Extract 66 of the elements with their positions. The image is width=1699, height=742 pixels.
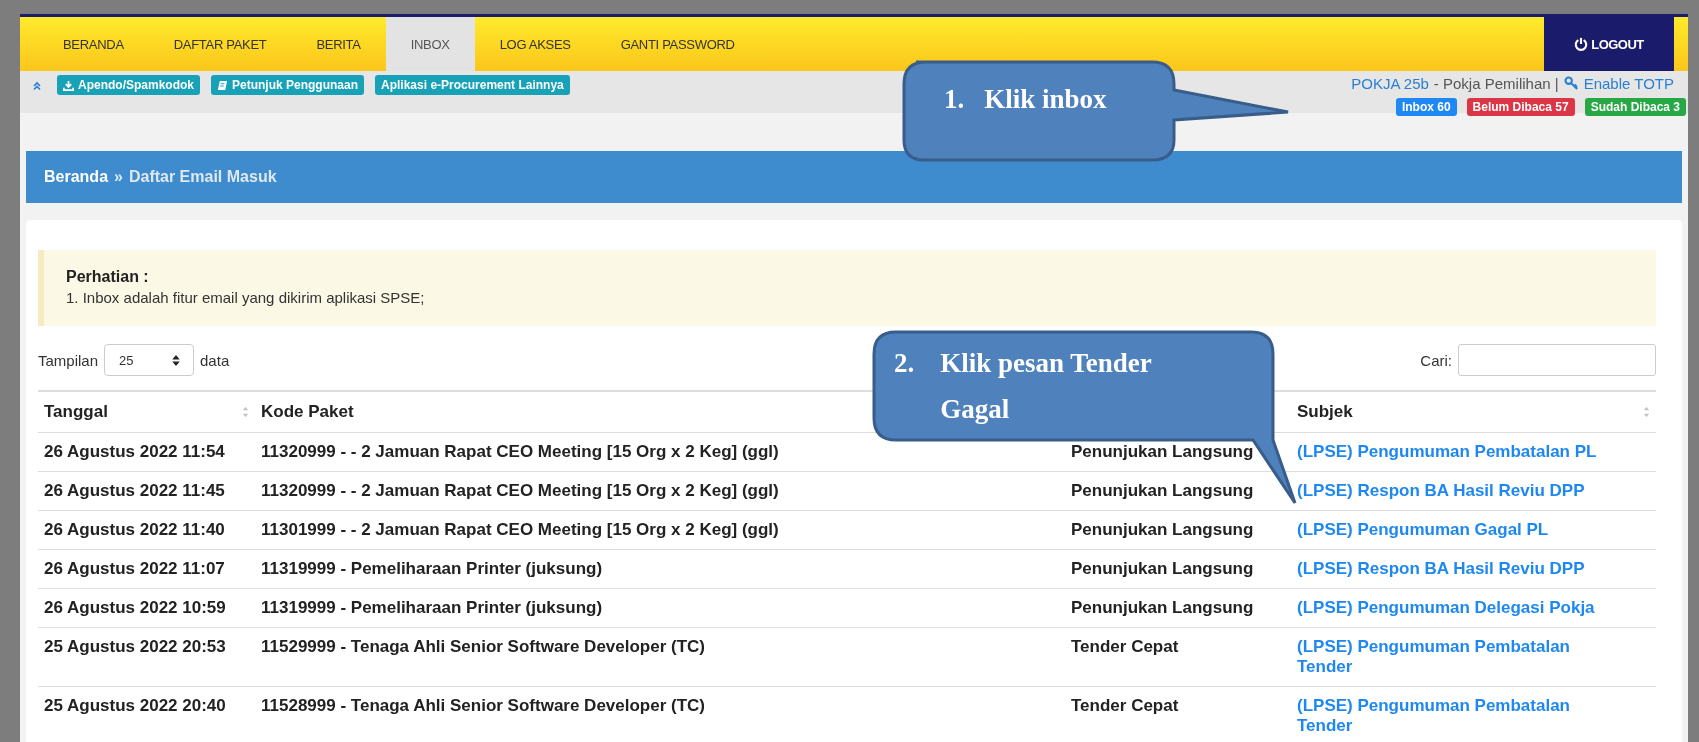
callout-text: Klik inbox	[984, 84, 1107, 115]
subject-link[interactable]: (LPSE) Pengumuman Delegasi Pokja	[1297, 598, 1626, 618]
date-cell: 25 Agustus 2022 20:53	[38, 627, 255, 687]
enable-totp-link[interactable]: Enable TOTP	[1583, 75, 1674, 92]
date-cell: 26 Agustus 2022 11:45	[38, 471, 255, 511]
method-cell: Penunjukan Langsung	[1065, 588, 1291, 628]
search-field[interactable]	[1458, 344, 1656, 376]
subject-link[interactable]: (LPSE) Respon BA Hasil Reviu DPP	[1297, 559, 1626, 579]
date-cell: 26 Agustus 2022 11:40	[38, 510, 255, 550]
toolbar-button[interactable]: Petunjuk Penggunaan	[211, 75, 365, 95]
inbox-count-badge[interactable]: Sudah Dibaca 3	[1584, 98, 1686, 116]
package-cell: 11319999 - Pemeliharaan Printer (juksung)	[255, 549, 1065, 589]
notice-text: 1. Inbox adalah fitur email yang dikirim aplikasi SPSE;	[66, 289, 426, 306]
package-cell: 11301999 - - 2 Jamuan Rapat CEO Meeting [15 Org x 2 Keg] (ggl)	[255, 510, 1065, 550]
download-icon	[63, 79, 74, 91]
inbox-count-badge[interactable]: Belum Dibaca 57	[1466, 98, 1575, 116]
notice-title: Perhatian :	[66, 268, 150, 286]
method-cell: Tender Cepat	[1065, 686, 1291, 742]
date-cell: 26 Agustus 2022 11:54	[38, 432, 255, 472]
power-icon	[1574, 37, 1589, 51]
breadcrumb-separator: »	[114, 168, 123, 186]
callout-number: 1.	[944, 84, 965, 115]
updown-icon	[171, 353, 182, 367]
sort-icon[interactable]	[1643, 405, 1650, 419]
user-link[interactable]: POKJA 25b	[1351, 75, 1429, 92]
method-cell: Penunjukan Langsung	[1065, 549, 1291, 589]
date-cell: 26 Agustus 2022 11:07	[38, 549, 255, 589]
role-text: - Pokja Pemilihan |	[1433, 75, 1559, 92]
nav-tab[interactable]: DAFTAR PAKET	[148, 17, 292, 71]
package-cell: 11528999 - Tenaga Ahli Senior Software Developer (TC)	[255, 686, 1065, 742]
callout-number: 2.	[894, 347, 915, 380]
sort-icon[interactable]	[242, 405, 249, 419]
method-cell: Tender Cepat	[1065, 627, 1291, 687]
breadcrumb-link[interactable]: Beranda	[44, 168, 109, 186]
nav-tab[interactable]: GANTI PASSWORD	[595, 17, 760, 71]
key-icon	[1563, 76, 1579, 91]
column-header[interactable]: Tanggal	[44, 402, 108, 422]
page-size-select[interactable]: 25	[104, 344, 195, 376]
column-header[interactable]: Kode Paket	[261, 402, 354, 422]
length-label: Tampilan	[38, 351, 99, 369]
search-label: Cari:	[1420, 351, 1452, 369]
package-cell: 11319999 - Pemeliharaan Printer (juksung)	[255, 588, 1065, 628]
nav-tab[interactable]: LOG AKSES	[474, 17, 596, 71]
column-header[interactable]: Subjek	[1297, 402, 1353, 422]
callout-text: Klik pesan Tender Gagal	[940, 347, 1153, 426]
subject-link[interactable]: (LPSE) Pengumuman Gagal PL	[1297, 520, 1626, 540]
package-cell: 11529999 - Tenaga Ahli Senior Software Developer (TC)	[255, 627, 1065, 687]
length-suffix: data	[200, 351, 230, 369]
date-cell: 25 Agustus 2022 20:40	[38, 686, 255, 742]
book-icon	[217, 79, 228, 91]
subject-link[interactable]: (LPSE) Respon BA Hasil Reviu DPP	[1297, 481, 1626, 501]
nav-tab[interactable]: INBOX	[385, 17, 475, 71]
breadcrumb-current: Daftar Email Masuk	[128, 168, 277, 186]
date-cell: 26 Agustus 2022 10:59	[38, 588, 255, 628]
toolbar-button[interactable]: Aplikasi e-Procurement Lainnya	[375, 75, 570, 95]
package-cell: 11320999 - - 2 Jamuan Rapat CEO Meeting [15 Org x 2 Keg] (ggl)	[255, 471, 1065, 511]
inbox-count-badge[interactable]: Inbox 60	[1395, 98, 1457, 116]
nav-tab[interactable]: BERANDA	[38, 17, 149, 71]
subject-link[interactable]: (LPSE) Pengumuman Pembatalan PL	[1297, 442, 1626, 462]
collapse-icon[interactable]	[32, 81, 42, 91]
method-cell: Penunjukan Langsung	[1065, 510, 1291, 550]
toolbar-button[interactable]: Apendo/Spamkodok	[57, 75, 200, 95]
logout-button[interactable]: LOGOUT	[1544, 17, 1674, 71]
subject-link[interactable]: (LPSE) Pengumuman Pembatalan Tender	[1297, 696, 1626, 736]
subject-link[interactable]: (LPSE) Pengumuman Pembatalan Tender	[1297, 637, 1626, 677]
nav-tab[interactable]: BERITA	[291, 17, 386, 71]
